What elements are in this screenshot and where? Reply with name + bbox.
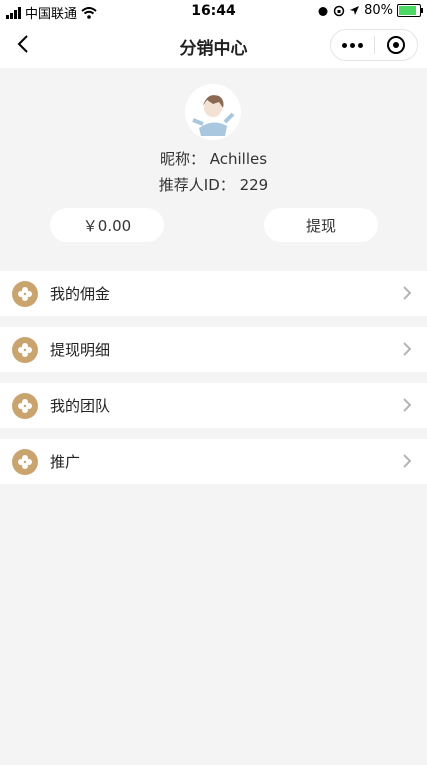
promotion-icon: [12, 449, 38, 475]
chevron-right-icon: [403, 454, 412, 468]
referrer-label: 推荐人ID：: [158, 176, 235, 194]
menu-item-commission[interactable]: 我的佣金: [0, 271, 427, 316]
team-icon: [12, 393, 38, 419]
location-icon: [350, 6, 360, 15]
menu-item-label: 我的团队: [50, 397, 111, 415]
chevron-right-icon: [403, 286, 412, 300]
chevron-right-icon: [403, 342, 412, 356]
menu-item-withdraw-details[interactable]: 提现明细: [0, 327, 427, 372]
mini-program-capsule: [330, 29, 418, 61]
withdraw-button[interactable]: 提现: [264, 208, 378, 242]
rotation-lock-icon: [333, 5, 345, 16]
close-mini-program-icon[interactable]: [375, 36, 418, 54]
nav-bar: 分销中心: [0, 22, 427, 68]
menu-item-promotion[interactable]: 推广: [0, 439, 427, 484]
referrer-line: 推荐人ID： 229: [0, 174, 427, 195]
nickname-line: 昵称： Achilles: [0, 148, 427, 169]
menu-item-label: 推广: [50, 453, 81, 471]
menu-item-label: 我的佣金: [50, 285, 111, 303]
balance-pill: ￥0.00: [50, 208, 164, 242]
menu-item-label: 提现明细: [50, 341, 111, 359]
commission-icon: [12, 281, 38, 307]
chevron-right-icon: [403, 398, 412, 412]
nickname-label: 昵称：: [159, 150, 205, 168]
avatar-illustration: [185, 84, 241, 140]
profile-section: 昵称： Achilles 推荐人ID： 229 ￥0.00 提现: [0, 68, 427, 268]
more-icon[interactable]: [331, 42, 374, 48]
battery-icon: [397, 4, 423, 17]
status-bar: 中国联通 16:44 80%: [0, 0, 427, 22]
menu-item-my-team[interactable]: 我的团队: [0, 383, 427, 428]
nickname-value: Achilles: [209, 150, 268, 168]
status-right: 80%: [317, 3, 423, 18]
withdraw-details-icon: [12, 337, 38, 363]
referrer-id-value: 229: [239, 176, 269, 194]
battery-percent: 80%: [364, 3, 393, 18]
alarm-icon: [318, 6, 328, 16]
avatar[interactable]: [185, 84, 241, 140]
